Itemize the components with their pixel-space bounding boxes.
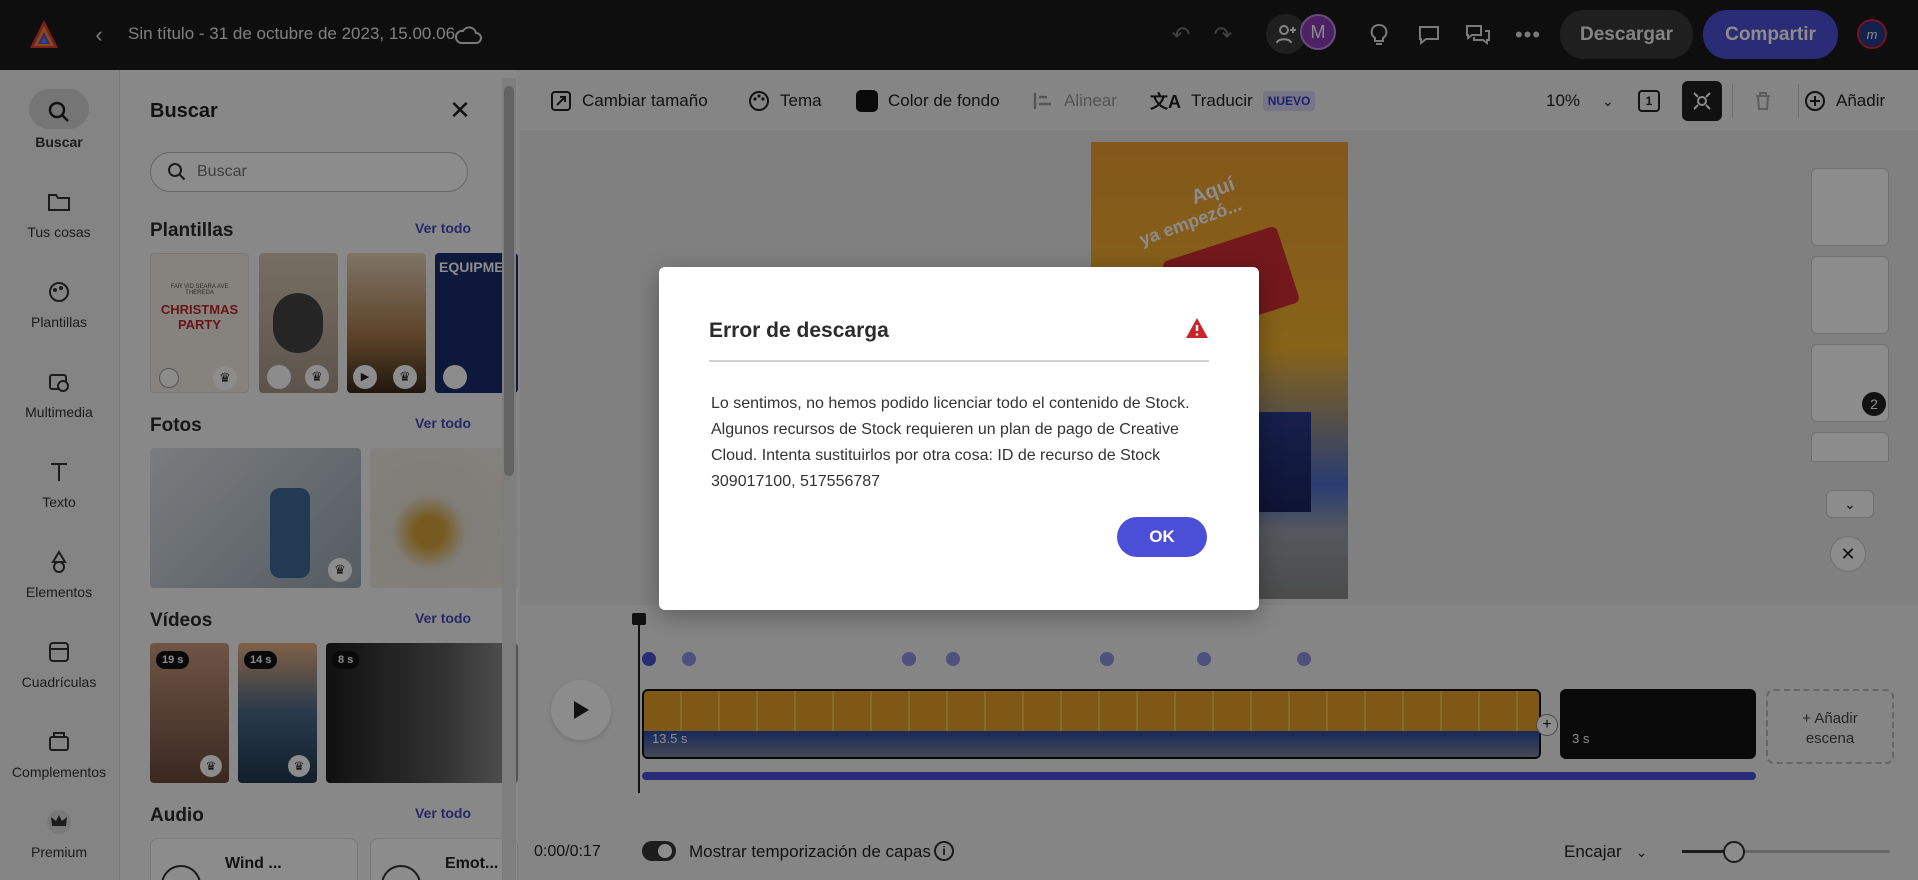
dialog-title: Error de descarga — [709, 319, 889, 342]
dialog-divider — [709, 360, 1209, 362]
warning-icon — [1185, 317, 1209, 339]
ok-button[interactable]: OK — [1117, 517, 1207, 557]
download-error-dialog: Error de descarga Lo sentimos, no hemos … — [659, 267, 1259, 610]
dialog-message: Lo sentimos, no hemos podido licenciar t… — [711, 395, 1190, 490]
